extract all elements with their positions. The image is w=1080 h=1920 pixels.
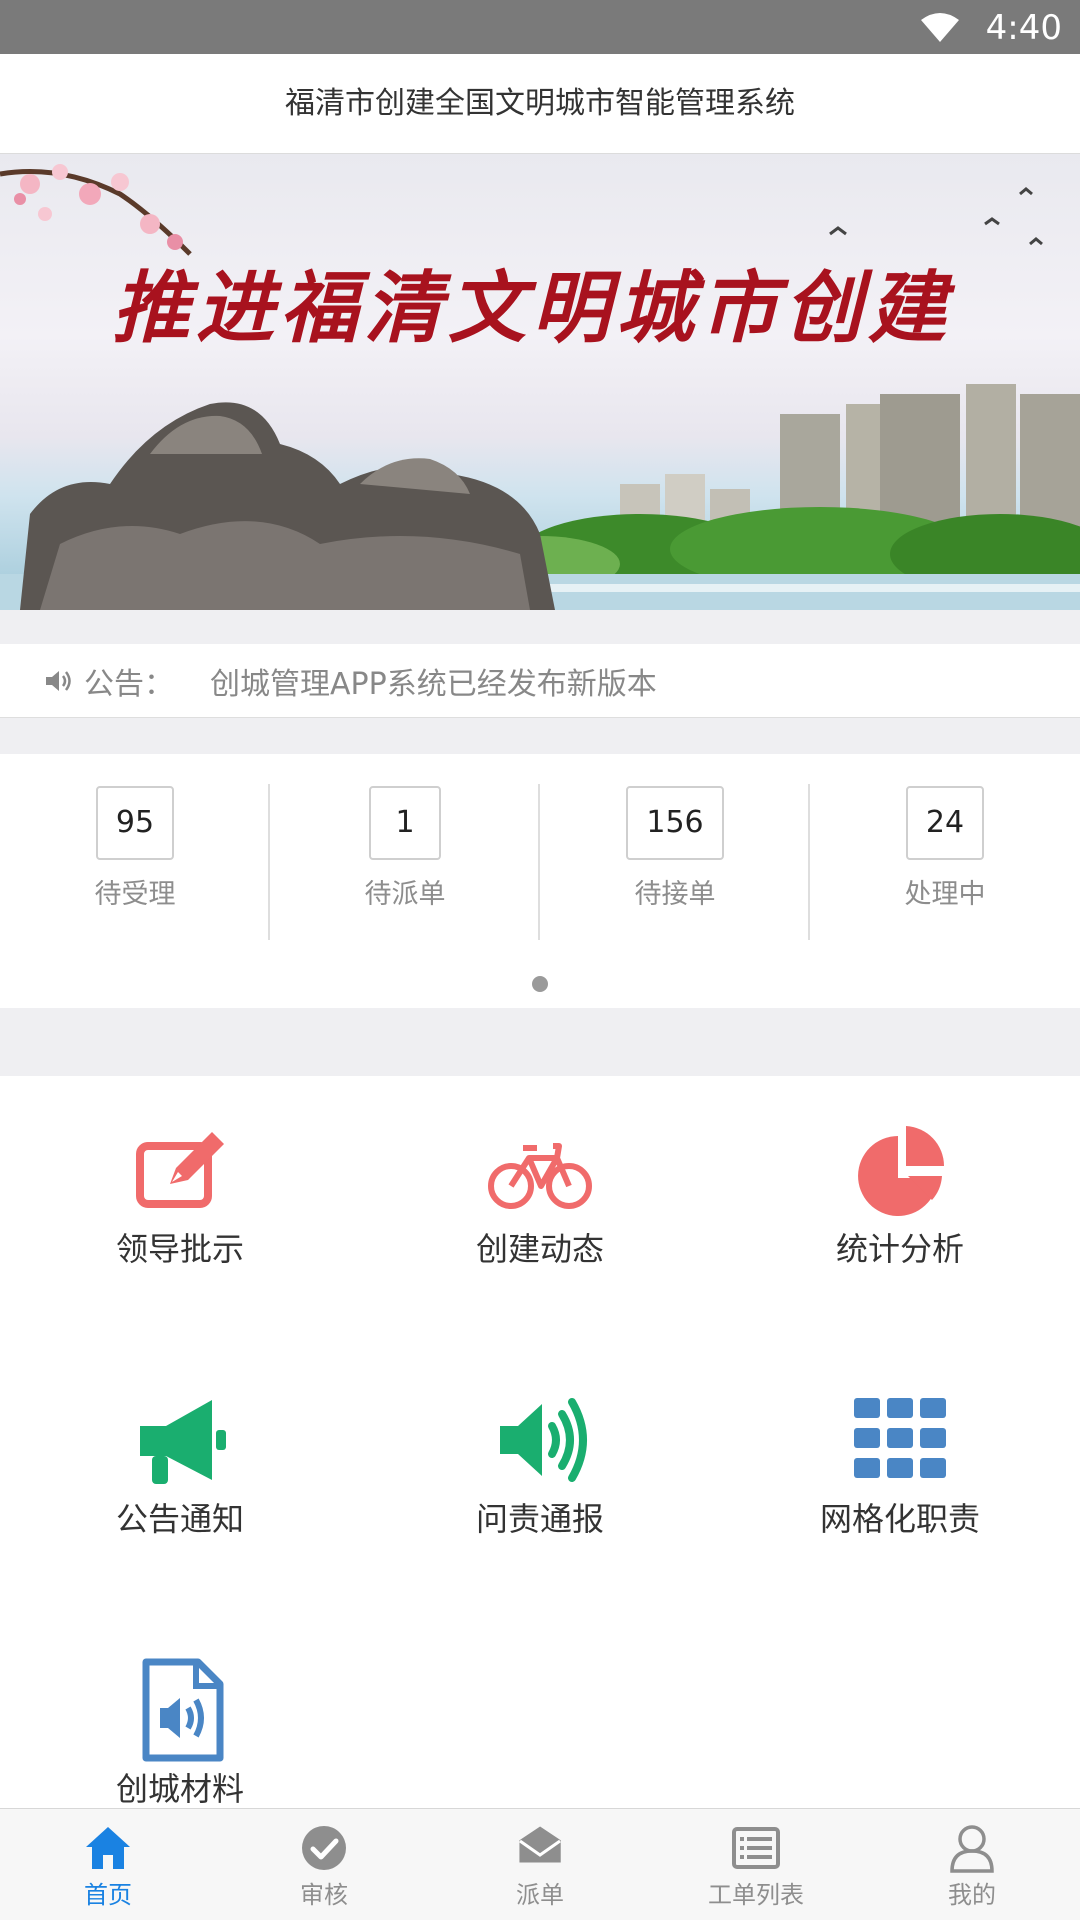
tab-label: 审核: [300, 1881, 348, 1909]
page-indicator-dot: [532, 976, 548, 992]
menu-label: 领导批示: [115, 1230, 244, 1268]
edit-icon: [136, 1132, 224, 1208]
stat-processing[interactable]: 24 处理中: [810, 754, 1080, 952]
menu-label: 网格化职责: [819, 1500, 980, 1538]
notice-bar[interactable]: 公告： 创城管理APP系统已经发布新版本: [0, 644, 1080, 718]
megaphone-icon: [140, 1400, 226, 1484]
status-time: 4:40: [985, 8, 1062, 48]
menu-materials[interactable]: 创城材料: [0, 1616, 360, 1816]
wifi-icon: [921, 13, 959, 42]
tab-label: 工单列表: [708, 1881, 804, 1909]
stat-value: 156: [626, 786, 724, 860]
tab-label: 派单: [516, 1881, 564, 1909]
inbox-icon: [519, 1826, 561, 1863]
stats-panel: 95 待受理 1 待派单 156 待接单 24 处理中: [0, 754, 1080, 1008]
tab-dispatch[interactable]: 派单: [432, 1809, 648, 1920]
menu-accountability[interactable]: 问责通报: [360, 1346, 720, 1546]
user-icon: [950, 1825, 994, 1873]
tab-label: 首页: [84, 1881, 132, 1909]
notice-label: 公告：: [84, 666, 174, 702]
stat-label: 待派单: [364, 879, 446, 910]
tab-work-orders[interactable]: 工单列表: [648, 1809, 864, 1920]
notice-text: 创城管理APP系统已经发布新版本: [210, 666, 657, 702]
status-bar: 4:40: [0, 0, 1080, 54]
audio-file-icon: [142, 1658, 224, 1762]
menu-announcements[interactable]: 公告通知: [0, 1346, 360, 1546]
menu-label: 统计分析: [835, 1230, 964, 1268]
banner[interactable]: 推进福清文明城市创建: [0, 154, 1080, 610]
pie-chart-icon: [858, 1126, 944, 1216]
banner-slogan: 推进福清文明城市创建: [112, 263, 953, 354]
menu-label: 创城材料: [115, 1770, 244, 1808]
stat-label: 待接单: [634, 879, 716, 910]
menu-label: 公告通知: [115, 1500, 244, 1538]
page-title: 福清市创建全国文明城市智能管理系统: [0, 54, 1080, 154]
tab-profile[interactable]: 我的: [864, 1809, 1080, 1920]
stat-label: 处理中: [904, 879, 986, 910]
stat-pending-accept[interactable]: 95 待受理: [0, 754, 270, 952]
bottom-nav: 首页 审核 派单 工单列表 我的: [0, 1808, 1080, 1920]
bicycle-icon: [488, 1143, 592, 1209]
list-icon: [732, 1827, 780, 1869]
stat-pending-dispatch[interactable]: 1 待派单: [270, 754, 540, 952]
menu-grid: 领导批示 创建动态 统计分析 公告通知 问责通报 网格化职责 创城材料: [0, 1076, 1080, 1808]
menu-creation-news[interactable]: 创建动态: [360, 1076, 720, 1276]
tab-home[interactable]: 首页: [0, 1809, 216, 1920]
menu-leader-instructions[interactable]: 领导批示: [0, 1076, 360, 1276]
stat-pending-receive[interactable]: 156 待接单: [540, 754, 810, 952]
grid-icon: [854, 1398, 946, 1478]
menu-label: 创建动态: [475, 1230, 604, 1268]
stat-value: 95: [95, 786, 175, 860]
stat-value: 1: [369, 786, 441, 860]
stat-value: 24: [905, 786, 985, 860]
banner-scenery: [0, 164, 1080, 610]
check-circle-icon: [302, 1826, 346, 1870]
stat-label: 待受理: [94, 879, 176, 910]
speaker-icon: [46, 670, 71, 691]
menu-statistics[interactable]: 统计分析: [720, 1076, 1080, 1276]
tab-review[interactable]: 审核: [216, 1809, 432, 1920]
menu-grid-duties[interactable]: 网格化职责: [720, 1346, 1080, 1546]
volume-icon: [500, 1398, 587, 1482]
tab-label: 我的: [948, 1881, 996, 1909]
home-icon: [86, 1827, 130, 1869]
menu-label: 问责通报: [475, 1500, 604, 1538]
